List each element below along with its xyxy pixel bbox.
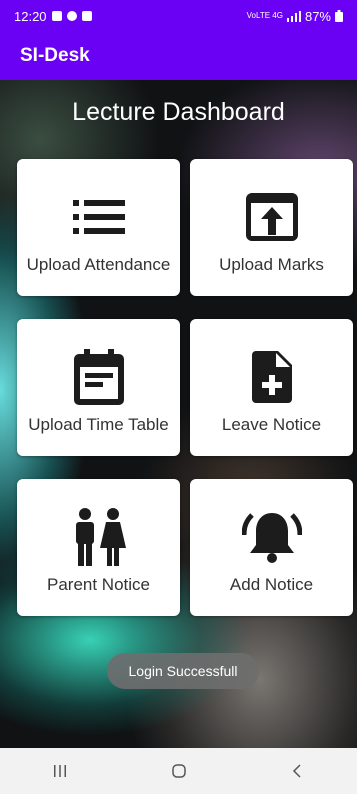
signal-icon [286,10,301,22]
card-label: Upload Attendance [26,255,171,274]
leave-notice-card[interactable]: Leave Notice [190,319,353,456]
card-label: Upload Marks [219,255,324,274]
status-left: 12:20 [14,9,92,24]
back-button[interactable] [268,748,328,794]
check-notification-icon [81,11,92,21]
card-label: Leave Notice [221,415,322,434]
system-nav-bar [0,748,357,794]
login-toast: Login Successfull [107,653,259,689]
parents-icon [69,507,129,567]
parent-notice-card[interactable]: Parent Notice [17,479,180,616]
list-icon [69,187,129,247]
back-icon [292,764,301,778]
recents-icon [53,765,66,777]
upload-marks-card[interactable]: Upload Marks [190,159,353,296]
network-indicator: VoLTE 4G [246,11,283,20]
recents-button[interactable] [30,748,90,794]
home-button[interactable] [149,748,209,794]
add-notice-card[interactable]: Add Notice [190,479,353,616]
card-label: Add Notice [229,575,314,594]
card-label: Upload Time Table [28,415,169,434]
upload-icon [242,187,302,247]
upload-attendance-card[interactable]: Upload Attendance [17,159,180,296]
battery-icon [335,10,343,22]
home-icon [171,764,186,778]
dashboard-title: Lecture Dashboard [72,98,285,126]
battery-percent: 87% [304,8,331,24]
card-label: Parent Notice [47,575,150,594]
calendar-icon [69,347,129,407]
app-bar: SI-Desk [0,32,357,80]
status-right: VoLTE 4G 87% [247,9,343,24]
chat-notification-icon [66,11,77,21]
upload-time-table-card[interactable]: Upload Time Table [17,319,180,456]
bell-ring-icon [241,507,302,567]
app-title: SI-Desk [20,45,90,66]
note-add-icon [242,347,302,407]
gallery-notification-icon [51,11,62,21]
dashboard-content: Lecture Dashboard Upload Attendance Uplo… [0,80,357,748]
status-bar: 12:20 VoLTE 4G 87% [0,0,357,32]
status-time: 12:20 [14,8,47,24]
